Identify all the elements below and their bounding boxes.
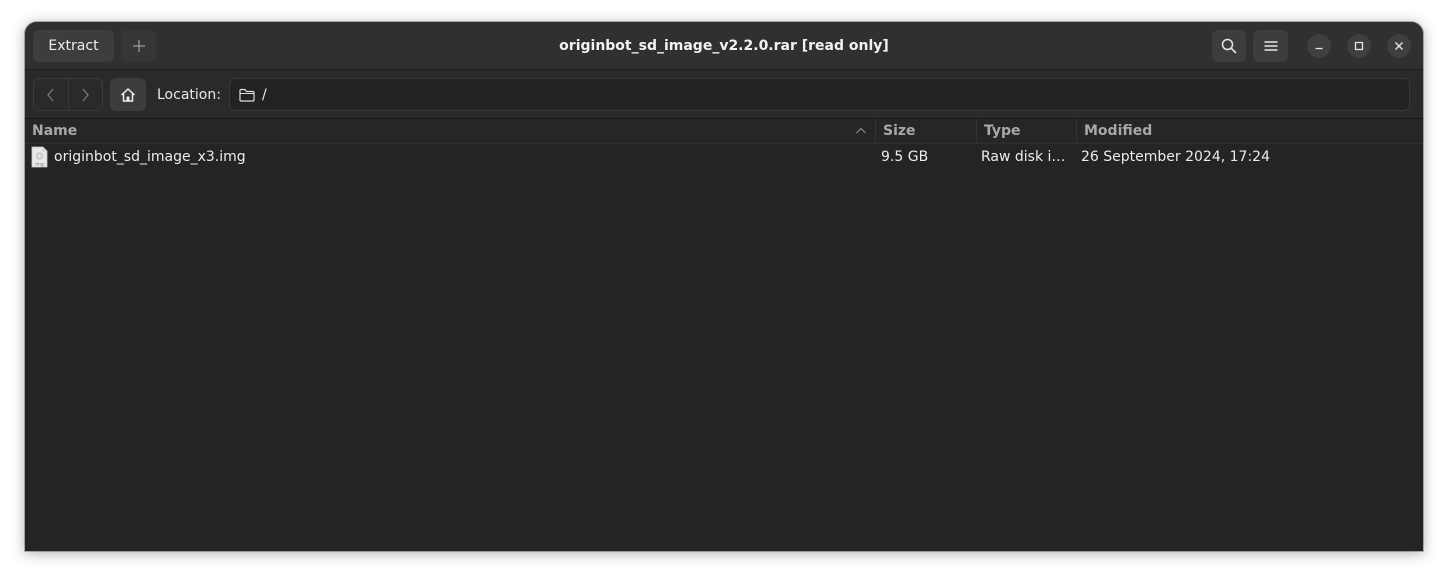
minimize-icon <box>1315 47 1323 50</box>
column-headers: Name Size Type Modified <box>25 119 1423 144</box>
search-icon <box>1221 38 1237 54</box>
chevron-up-icon <box>856 127 866 134</box>
file-name: originbot_sd_image_x3.img <box>54 149 246 165</box>
plus-icon <box>132 40 145 52</box>
forward-button[interactable] <box>67 79 103 110</box>
location-path: / <box>262 86 267 103</box>
column-header-type-label: Type <box>984 123 1021 139</box>
location-field[interactable]: / <box>229 78 1410 111</box>
file-row[interactable]: img originbot_sd_image_x3.img 9.5 GB Raw… <box>25 144 1423 170</box>
column-header-modified[interactable]: Modified <box>1076 119 1423 143</box>
main-menu-button[interactable] <box>1253 30 1288 62</box>
back-button[interactable] <box>34 79 68 110</box>
add-files-button[interactable] <box>121 30 156 62</box>
location-toolbar: Location: / <box>25 70 1423 119</box>
extract-button[interactable]: Extract <box>33 30 114 62</box>
maximize-icon <box>1354 41 1364 51</box>
maximize-button[interactable] <box>1347 34 1371 58</box>
home-button[interactable] <box>110 78 146 111</box>
disk-image-file-icon: img <box>31 146 48 168</box>
close-icon <box>1395 42 1403 50</box>
column-header-name[interactable]: Name <box>25 119 875 143</box>
file-modified: 26 September 2024, 17:24 <box>1081 149 1270 165</box>
home-icon <box>120 87 136 102</box>
file-icon-label: img <box>35 162 44 168</box>
folder-icon <box>239 88 255 102</box>
chevron-left-icon <box>47 88 54 101</box>
column-header-size[interactable]: Size <box>875 119 976 143</box>
window-title: originbot_sd_image_v2.2.0.rar [read only… <box>559 37 889 54</box>
column-header-size-label: Size <box>883 123 916 139</box>
search-button[interactable] <box>1212 30 1246 62</box>
location-label: Location: <box>157 86 221 103</box>
hamburger-menu-icon <box>1263 41 1278 51</box>
chevron-right-icon <box>82 88 89 101</box>
column-header-type[interactable]: Type <box>976 119 1076 143</box>
archive-manager-window: Extract originbot_sd_image_v2.2.0.rar [r… <box>25 22 1423 551</box>
header-bar: Extract originbot_sd_image_v2.2.0.rar [r… <box>25 22 1423 70</box>
close-button[interactable] <box>1387 34 1411 58</box>
navigation-button-group <box>33 78 103 111</box>
file-type: Raw disk image <box>981 149 1071 165</box>
minimize-button[interactable] <box>1307 34 1331 58</box>
column-header-modified-label: Modified <box>1084 123 1153 139</box>
column-header-name-label: Name <box>32 123 78 139</box>
file-size: 9.5 GB <box>881 149 929 165</box>
file-list: img originbot_sd_image_x3.img 9.5 GB Raw… <box>25 144 1423 551</box>
